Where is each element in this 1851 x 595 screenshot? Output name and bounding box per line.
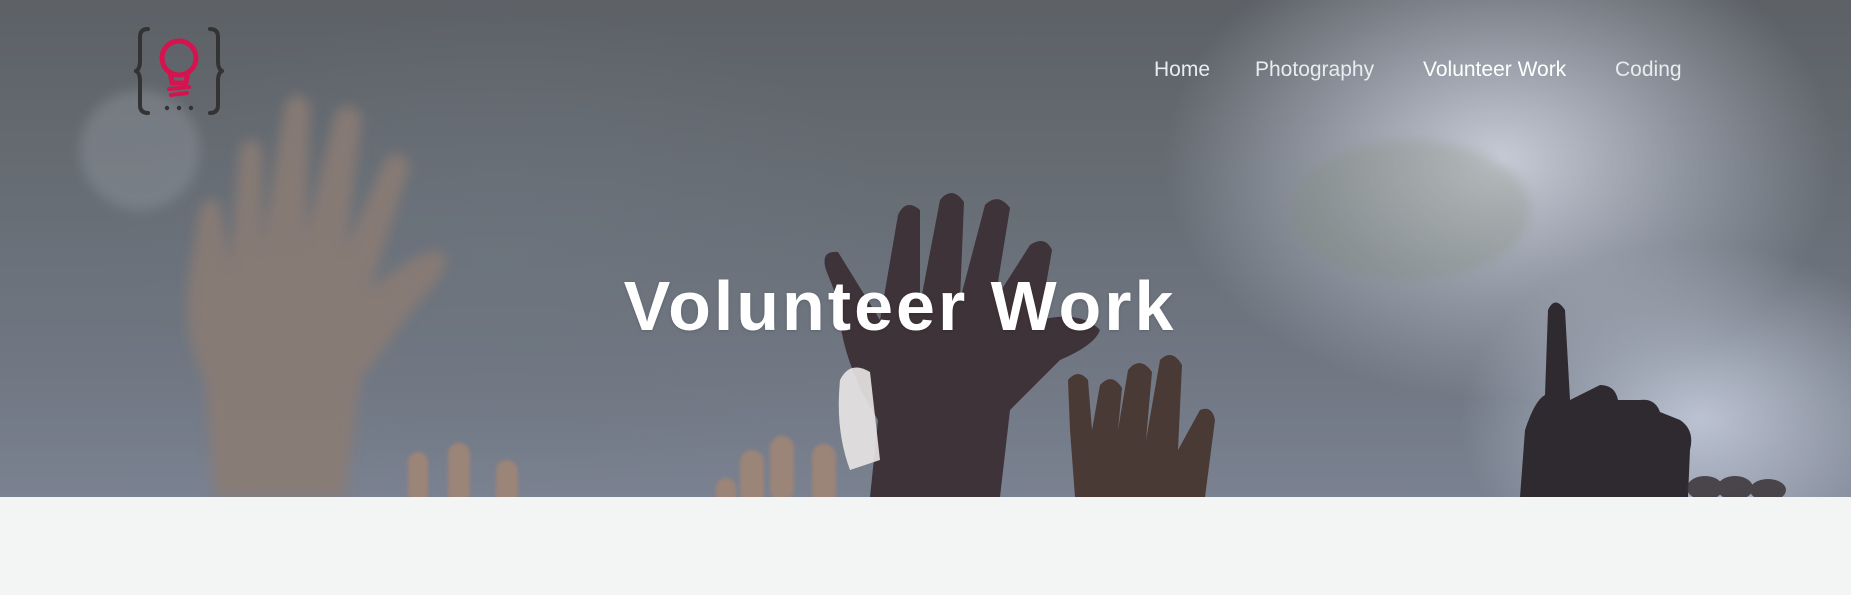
- nav-item-home[interactable]: Home: [1154, 58, 1210, 82]
- page-title: Volunteer Work: [623, 267, 1177, 345]
- top-navigation-bar: Home Photography Volunteer Work Coding: [0, 0, 1851, 130]
- main-nav: Home Photography Volunteer Work Coding: [0, 58, 1851, 88]
- nav-item-photography[interactable]: Photography: [1255, 58, 1374, 82]
- nav-item-coding[interactable]: Coding: [1615, 58, 1682, 82]
- content-area: [0, 497, 1851, 595]
- nav-item-volunteer-work[interactable]: Volunteer Work: [1423, 58, 1566, 82]
- hero-banner: Home Photography Volunteer Work Coding V…: [0, 0, 1851, 497]
